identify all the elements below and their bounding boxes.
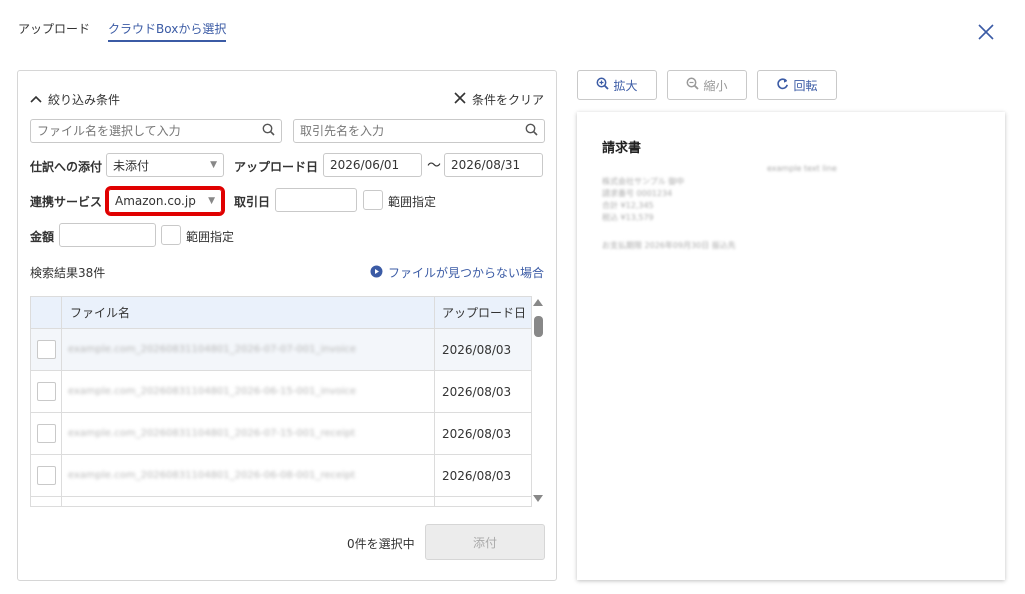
upload-date-cell: 2026/08/03	[442, 468, 512, 483]
tab-cloud-box[interactable]: クラウドBoxから選択	[108, 20, 227, 42]
row-checkbox[interactable]	[36, 466, 56, 485]
row-checkbox[interactable]	[36, 340, 56, 359]
column-header-upload-date[interactable]: アップロード日	[435, 297, 531, 328]
file-table: ファイル名 アップロード日 example.com_20260831104801…	[30, 296, 532, 507]
scroll-down-icon[interactable]	[533, 495, 543, 502]
amount-range-label: 範囲指定	[186, 230, 235, 244]
document-text-line: お支払期限 2026年09月30日 振込先	[602, 241, 736, 250]
source-tabs: アップロード クラウドBoxから選択	[18, 20, 227, 42]
zoom-out-label: 縮小	[703, 78, 728, 93]
document-text-line: 合計 ¥12,345	[602, 201, 654, 210]
column-header-filename[interactable]: ファイル名	[62, 297, 435, 328]
upload-date-label: アップロード日	[234, 160, 319, 174]
scroll-up-icon[interactable]	[533, 299, 543, 306]
document-preview: 請求書 example text line 株式会社サンプル 御中 請求番号 0…	[577, 112, 1005, 580]
zoom-in-button[interactable]: 拡大	[577, 70, 657, 100]
header-select-cell	[31, 297, 62, 328]
play-circle-icon	[370, 265, 383, 281]
file-not-found-label: ファイルが見つからない場合	[387, 266, 544, 280]
filename-cell	[62, 497, 435, 506]
zoom-in-label: 拡大	[613, 78, 638, 93]
table-row[interactable]: example.com_20260831104801_2026-06-15-00…	[31, 371, 531, 413]
document-text-line: example text line	[767, 164, 837, 173]
row-select-cell	[31, 413, 62, 454]
upload-date-cell: 2026/08/03	[442, 426, 512, 441]
document-text-line: 税込 ¥13,579	[602, 213, 654, 222]
filename-text: example.com_20260831104801_2026-06-08-00…	[68, 470, 356, 481]
zoom-in-icon	[596, 77, 610, 93]
close-icon	[454, 92, 466, 107]
file-search-input[interactable]	[37, 124, 262, 138]
file-search-field	[30, 119, 282, 143]
clear-filters-label: 条件をクリア	[471, 93, 544, 107]
row-select-cell	[31, 329, 62, 370]
row-checkbox[interactable]	[36, 424, 56, 443]
upload-date-cell	[435, 497, 531, 506]
table-row[interactable]: example.com_20260831104801_2026-07-15-00…	[31, 413, 531, 455]
row-select-cell	[31, 455, 62, 496]
linked-service-label: 連携サービス	[30, 195, 103, 209]
file-not-found-link[interactable]: ファイルが見つからない場合	[370, 264, 544, 281]
upload-date-from-input[interactable]: 2026/06/01	[323, 153, 422, 177]
journal-attach-value: 未添付	[113, 158, 150, 173]
scrollbar-thumb[interactable]	[534, 316, 543, 337]
trade-range-label: 範囲指定	[388, 195, 437, 209]
clear-filters-button[interactable]: 条件をクリア	[454, 91, 544, 108]
partner-search-field	[293, 119, 545, 143]
amount-label: 金額	[30, 230, 55, 244]
selected-count: 0件を選択中	[347, 537, 415, 551]
date-range-separator: 〜	[427, 158, 441, 174]
amount-input[interactable]	[59, 223, 156, 247]
linked-service-value: Amazon.co.jp	[115, 194, 196, 208]
filename-text: example.com_20260831104801_2026-06-15-00…	[68, 386, 357, 397]
document-title: 請求書	[602, 141, 642, 156]
filename-cell: example.com_20260831104801_2026-07-15-00…	[62, 413, 435, 454]
close-icon[interactable]	[976, 22, 996, 42]
search-icon[interactable]	[525, 123, 538, 139]
search-icon[interactable]	[262, 123, 275, 139]
filename-text: example.com_20260831104801_2026-07-15-00…	[68, 428, 356, 439]
table-row[interactable]: example.com_20260831104801_2026-07-07-00…	[31, 329, 531, 371]
filter-toggle[interactable]: 絞り込み条件	[30, 91, 120, 108]
tab-upload[interactable]: アップロード	[18, 20, 90, 42]
table-header: ファイル名 アップロード日	[31, 297, 531, 329]
filename-cell: example.com_20260831104801_2026-07-07-00…	[62, 329, 435, 370]
partner-search-input[interactable]	[300, 124, 525, 138]
linked-service-select[interactable]: Amazon.co.jp ▼	[105, 186, 225, 216]
rotate-icon	[776, 77, 789, 93]
trade-range-checkbox[interactable]	[363, 190, 383, 210]
filter-toggle-label: 絞り込み条件	[48, 93, 121, 107]
table-row[interactable]: example.com_20260831104801_2026-06-08-00…	[31, 455, 531, 497]
caret-down-icon: ▼	[208, 196, 215, 206]
chevron-up-icon	[30, 93, 42, 107]
row-select-cell	[31, 497, 62, 506]
trade-date-label: 取引日	[234, 195, 271, 209]
result-count: 検索結果38件	[30, 266, 106, 280]
zoom-out-button[interactable]: 縮小	[667, 70, 747, 100]
row-checkbox[interactable]	[36, 382, 56, 401]
trade-date-input[interactable]	[275, 188, 357, 212]
amount-range-checkbox[interactable]	[161, 225, 181, 245]
filename-cell: example.com_20260831104801_2026-06-08-00…	[62, 455, 435, 496]
search-panel: 絞り込み条件 条件をクリア 仕訳への添付 未添付 ▼ アップロード日 2026/…	[17, 70, 557, 581]
journal-attach-select[interactable]: 未添付 ▼	[106, 153, 224, 177]
rotate-button[interactable]: 回転	[757, 70, 837, 100]
table-row[interactable]	[31, 497, 531, 506]
upload-date-cell: 2026/08/03	[442, 384, 512, 399]
row-select-cell	[31, 371, 62, 412]
journal-attach-label: 仕訳への添付	[30, 160, 103, 174]
document-text-line: 請求番号 0001234	[602, 189, 673, 198]
attach-button[interactable]: 添付	[425, 524, 545, 560]
filename-text: example.com_20260831104801_2026-07-07-00…	[68, 344, 357, 355]
upload-date-to-input[interactable]: 2026/08/31	[444, 153, 543, 177]
table-scrollbar[interactable]	[533, 299, 545, 506]
caret-down-icon: ▼	[210, 160, 217, 170]
filename-cell: example.com_20260831104801_2026-06-15-00…	[62, 371, 435, 412]
upload-date-cell: 2026/08/03	[442, 342, 512, 357]
zoom-out-icon	[686, 77, 700, 93]
document-text-line: 株式会社サンプル 御中	[602, 177, 685, 186]
rotate-label: 回転	[793, 78, 818, 93]
